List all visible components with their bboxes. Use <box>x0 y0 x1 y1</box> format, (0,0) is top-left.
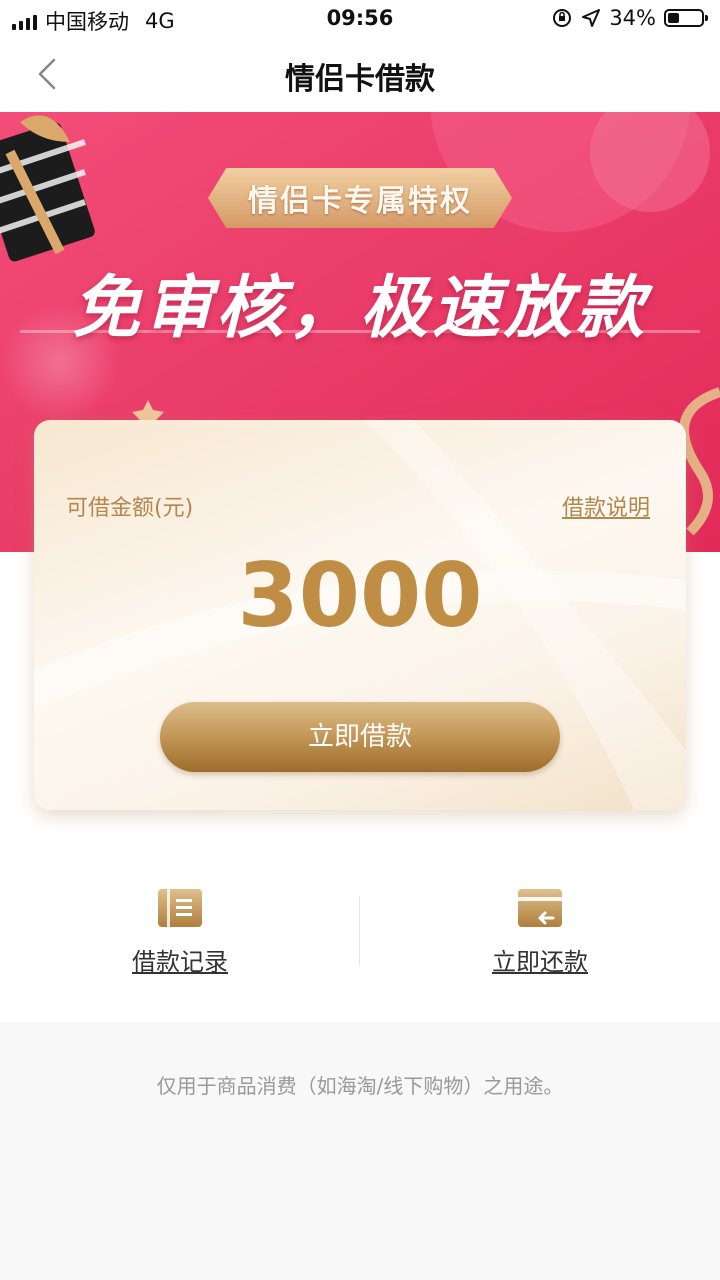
loan-records-label: 借款记录 <box>132 948 228 976</box>
banner-ribbon: 情侣卡专属特权 <box>208 168 512 228</box>
page-title: 情侣卡借款 <box>285 62 435 97</box>
document-list-icon <box>158 889 202 927</box>
repay-now-label: 立即还款 <box>492 948 588 976</box>
footer: 仅用于商品消费（如海淘/线下购物）之用途。 <box>0 1022 720 1280</box>
available-amount-label: 可借金额(元) <box>66 496 194 521</box>
available-amount-value: 3000 <box>237 544 483 647</box>
rotation-lock-icon <box>553 9 572 27</box>
navigation-bar: 情侣卡借款 <box>0 36 720 113</box>
battery-icon <box>664 9 708 27</box>
repay-now-action[interactable]: 立即还款 <box>360 888 720 977</box>
battery-percent: 34% <box>609 6 656 30</box>
loan-info-link[interactable]: 借款说明 <box>562 490 650 522</box>
card-return-icon <box>518 889 562 927</box>
status-bar: 中国移动 4G 09:56 34% <box>0 0 720 36</box>
usage-note: 仅用于商品消费（如海淘/线下购物）之用途。 <box>156 1074 564 1098</box>
loan-records-action[interactable]: 借款记录 <box>0 888 360 977</box>
quick-actions: 借款记录 立即还款 <box>0 860 720 1010</box>
borrow-now-button[interactable]: 立即借款 <box>160 702 560 772</box>
banner-headline: 免审核，极速放款 <box>71 269 648 348</box>
loan-card: 可借金额(元) 借款说明 3000 立即借款 <box>34 420 686 810</box>
location-arrow-icon <box>582 9 601 27</box>
